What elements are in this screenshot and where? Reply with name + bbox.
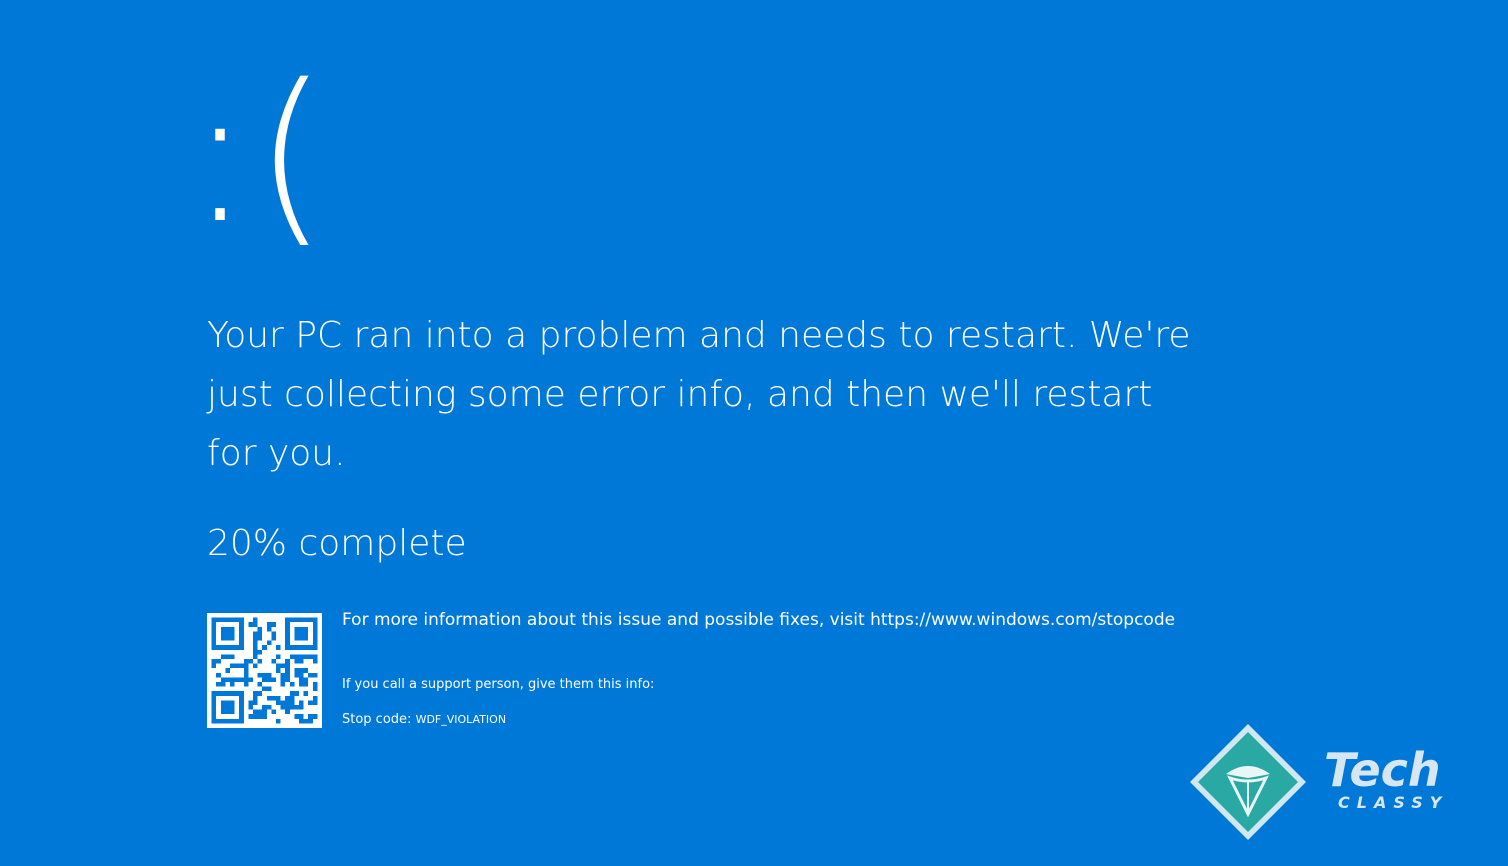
diamond-emblem-icon xyxy=(1190,724,1306,840)
support-text: If you call a support person, give them … xyxy=(342,677,655,692)
frown-emoticon: :( xyxy=(188,44,331,265)
watermark-line1: Tech xyxy=(1324,743,1441,797)
watermark-line2: CLASSY xyxy=(1338,793,1448,812)
progress-text: 20% complete xyxy=(207,523,467,564)
error-message: Your PC ran into a problem and needs to … xyxy=(207,315,1191,474)
stop-code-label: Stop code: xyxy=(342,712,412,727)
watermark-logo: Tech CLASSY xyxy=(1188,722,1488,846)
qr-code-icon xyxy=(207,613,322,728)
more-info-text: For more information about this issue an… xyxy=(342,610,1176,630)
stop-code-value: WDF_VIOLATION xyxy=(415,713,507,726)
stop-code-line: Stop code: WDF_VIOLATION xyxy=(342,710,506,730)
